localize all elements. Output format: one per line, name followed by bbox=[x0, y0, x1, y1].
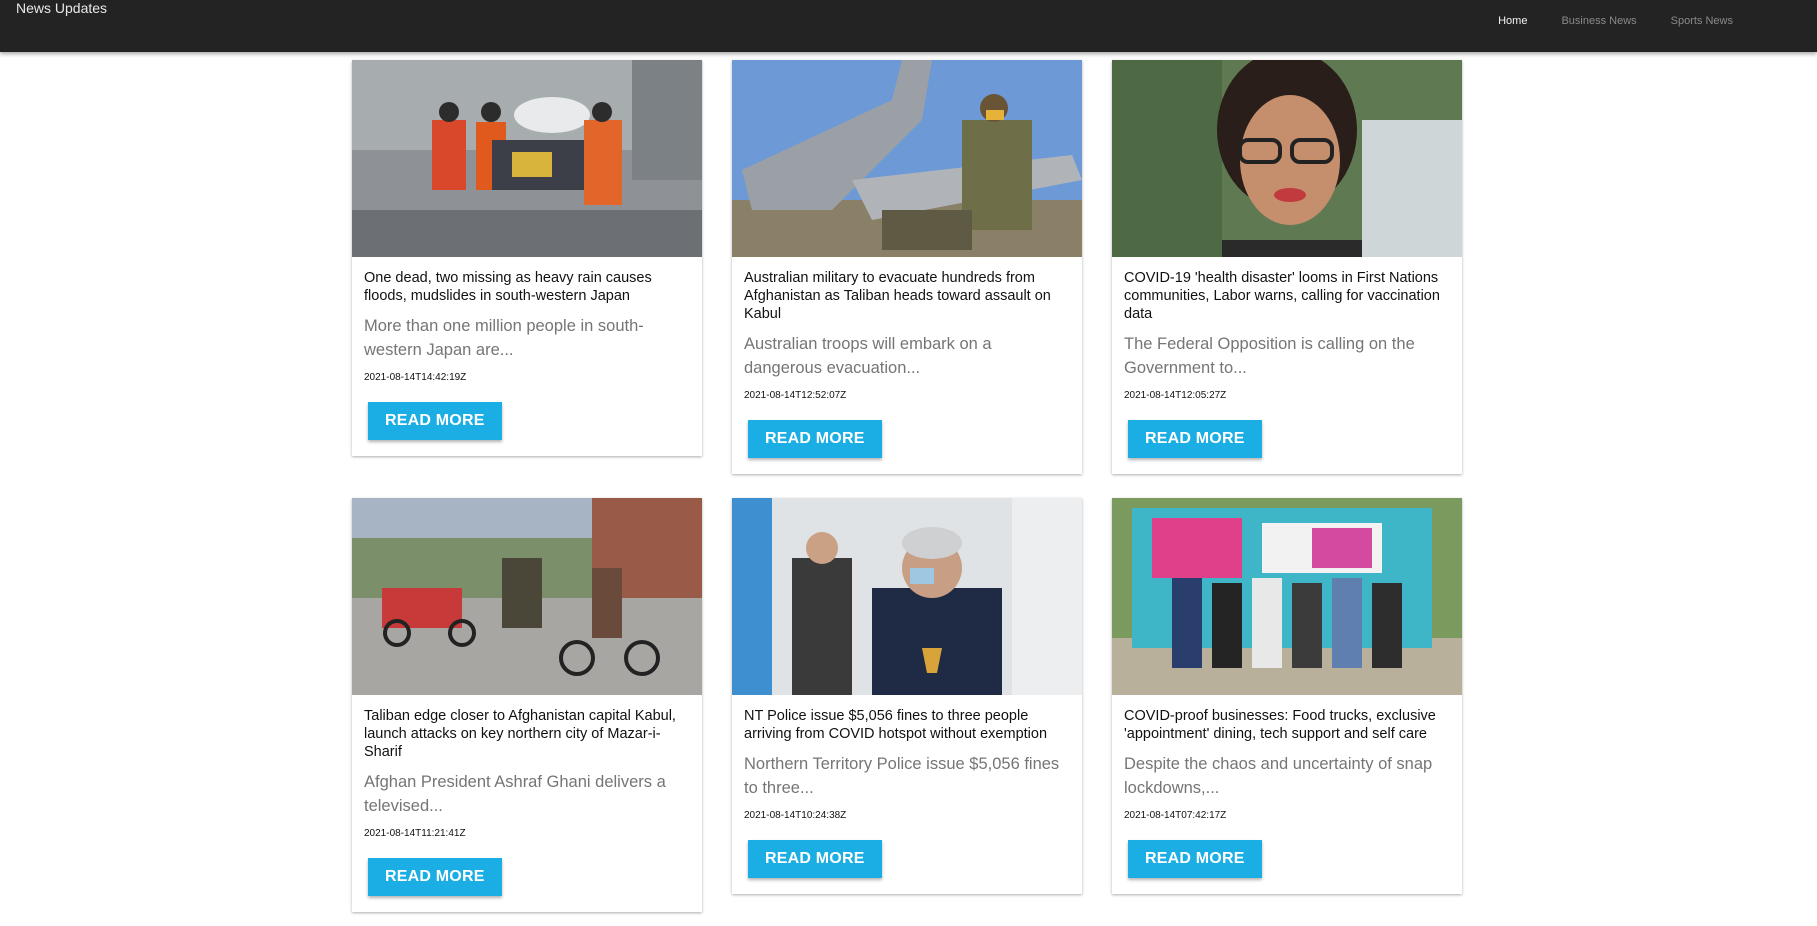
news-date: 2021-08-14T12:05:27Z bbox=[1124, 390, 1227, 401]
nav-links: Home Business News Sports News bbox=[1498, 15, 1733, 27]
site-brand[interactable]: News Updates bbox=[16, 0, 107, 16]
read-more-button[interactable]: READ MORE bbox=[368, 858, 502, 896]
news-title[interactable]: COVID-19 'health disaster' looms in Firs… bbox=[1124, 269, 1450, 323]
read-more-button[interactable]: READ MORE bbox=[368, 402, 502, 440]
news-description: Australian troops will embark on a dange… bbox=[744, 335, 992, 377]
news-description: The Federal Opposition is calling on the… bbox=[1124, 335, 1415, 377]
news-date: 2021-08-14T07:42:17Z bbox=[1124, 810, 1227, 821]
news-image-flood-rescue bbox=[352, 60, 702, 257]
news-card: NT Police issue $5,056 fines to three pe… bbox=[732, 498, 1082, 894]
news-description: Afghan President Ashraf Ghani delivers a… bbox=[364, 773, 666, 815]
news-title[interactable]: Taliban edge closer to Afghanistan capit… bbox=[364, 707, 690, 761]
news-card: COVID-19 'health disaster' looms in Firs… bbox=[1112, 60, 1462, 474]
read-more-button[interactable]: READ MORE bbox=[1128, 420, 1262, 458]
top-navbar: News Updates Home Business News Sports N… bbox=[0, 0, 1817, 52]
nav-link-sports-news[interactable]: Sports News bbox=[1671, 15, 1733, 27]
news-date: 2021-08-14T14:42:19Z bbox=[364, 372, 467, 383]
news-image-street-motorbikes bbox=[352, 498, 702, 695]
news-grid: One dead, two missing as heavy rain caus… bbox=[352, 60, 1462, 912]
nav-link-business-news[interactable]: Business News bbox=[1561, 15, 1636, 27]
news-image-portrait bbox=[1112, 60, 1462, 257]
news-description: More than one million people in south-we… bbox=[364, 317, 644, 359]
nav-link-home[interactable]: Home bbox=[1498, 15, 1527, 27]
news-card: One dead, two missing as heavy rain caus… bbox=[352, 60, 702, 456]
news-card: Australian military to evacuate hundreds… bbox=[732, 60, 1082, 474]
news-date: 2021-08-14T12:52:07Z bbox=[744, 390, 847, 401]
news-card: Taliban edge closer to Afghanistan capit… bbox=[352, 498, 702, 912]
news-image-military-aircraft bbox=[732, 60, 1082, 257]
news-image-food-truck bbox=[1112, 498, 1462, 695]
news-date: 2021-08-14T10:24:38Z bbox=[744, 810, 847, 821]
news-title[interactable]: Australian military to evacuate hundreds… bbox=[744, 269, 1070, 323]
read-more-button[interactable]: READ MORE bbox=[748, 420, 882, 458]
read-more-button[interactable]: READ MORE bbox=[748, 840, 882, 878]
news-title[interactable]: One dead, two missing as heavy rain caus… bbox=[364, 269, 690, 305]
news-title[interactable]: NT Police issue $5,056 fines to three pe… bbox=[744, 707, 1070, 743]
news-card: COVID-proof businesses: Food trucks, exc… bbox=[1112, 498, 1462, 894]
news-image-police-officer bbox=[732, 498, 1082, 695]
read-more-button[interactable]: READ MORE bbox=[1128, 840, 1262, 878]
news-description: Northern Territory Police issue $5,056 f… bbox=[744, 755, 1060, 797]
news-description: Despite the chaos and uncertainty of sna… bbox=[1124, 755, 1433, 797]
news-date: 2021-08-14T11:21:41Z bbox=[364, 828, 466, 839]
news-title[interactable]: COVID-proof businesses: Food trucks, exc… bbox=[1124, 707, 1450, 743]
